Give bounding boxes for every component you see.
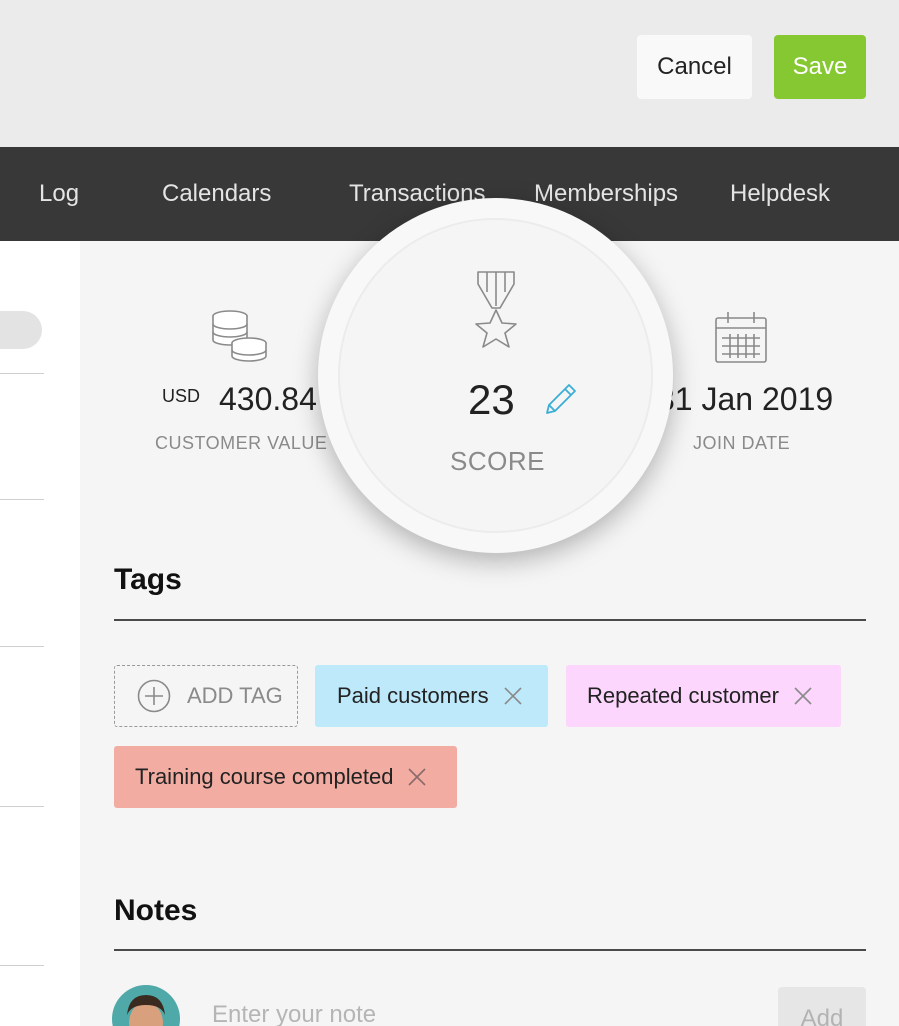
score-value: 23 [468, 376, 515, 423]
tag-label: Paid customers [337, 683, 489, 708]
add-note-button[interactable]: Add [778, 987, 866, 1026]
join-date-value: 31 Jan 2019 [657, 381, 834, 417]
close-icon[interactable] [793, 686, 813, 706]
add-tag-button[interactable]: ADD TAG [114, 665, 298, 727]
notes-divider [114, 949, 866, 951]
join-date-label: JOIN DATE [693, 433, 791, 453]
nav-item-log[interactable]: Log [39, 147, 79, 241]
sidebar-toggle[interactable] [0, 311, 42, 349]
sidebar-divider [0, 806, 44, 807]
score-label: SCORE [450, 446, 545, 476]
customer-value-amount: 430.84 [219, 381, 317, 417]
sidebar-divider [0, 646, 44, 647]
top-action-bar: Cancel Save [0, 0, 899, 147]
tag-label: Training course completed [135, 764, 394, 789]
currency-label: USD [162, 386, 201, 406]
nav-item-calendars[interactable]: Calendars [162, 147, 271, 241]
tag-label: Repeated customer [587, 683, 779, 708]
notes-title: Notes [114, 894, 198, 927]
sidebar-divider [0, 499, 44, 500]
cancel-button[interactable]: Cancel [637, 35, 752, 99]
nav-item-helpdesk[interactable]: Helpdesk [730, 147, 830, 241]
save-button[interactable]: Save [774, 35, 866, 99]
add-tag-label: ADD TAG [187, 683, 283, 708]
note-input[interactable] [200, 995, 760, 1026]
coins-icon [212, 310, 267, 362]
medal-icon [475, 271, 517, 348]
tags-divider [114, 619, 866, 621]
sidebar [0, 241, 80, 1026]
tag-chip: Repeated customer [566, 665, 841, 727]
calendar-icon [715, 312, 767, 363]
close-icon[interactable] [503, 686, 523, 706]
tag-chip: Training course completed [114, 746, 457, 808]
avatar [112, 985, 180, 1026]
tag-chip: Paid customers [315, 665, 548, 727]
pencil-icon[interactable] [542, 380, 580, 418]
tags-title: Tags [114, 563, 182, 596]
customer-value-label: CUSTOMER VALUE [155, 433, 328, 453]
close-icon[interactable] [407, 767, 427, 787]
sidebar-divider [0, 373, 44, 374]
sidebar-divider [0, 965, 44, 966]
plus-circle-icon [137, 679, 171, 713]
score-circle: 23 SCORE [318, 198, 673, 553]
